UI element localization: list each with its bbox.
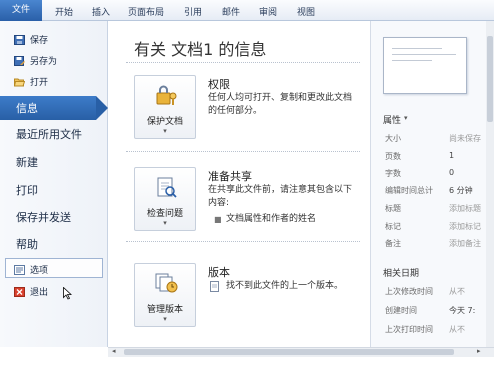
version-doc-icon [210,281,219,295]
check-issues-label: 检查问题 [146,209,183,219]
horizontal-scroll-thumb[interactable] [124,349,454,355]
prop-tags-key: 标记 [385,222,401,231]
title-divider [126,62,360,63]
prop-size-value: 尚未保存 [449,134,481,143]
tab-insert[interactable]: 插入 [92,5,110,18]
tab-file[interactable]: 文件 [0,0,42,21]
save-as-icon [14,55,25,66]
properties-heading[interactable]: 属性 [383,113,401,126]
document-thumbnail [383,37,467,94]
related-dates-heading: 相关日期 [383,269,420,279]
section-divider [126,241,360,242]
nav-tab-new[interactable]: 新建 [16,154,38,170]
lock-key-icon [154,84,178,106]
prop-comments-value[interactable]: 添加备注 [449,238,481,249]
prop-words-value: 0 [449,168,455,177]
vertical-scroll-thumb[interactable] [487,36,493,122]
prepare-sharing-desc: 在共享此文件前，请注意其包含以下内容: [208,185,353,208]
protect-document-label: 保护文档 [146,117,183,127]
date-printed-value: 从不 [449,325,465,334]
versions-desc: 找不到此文件的上一个版本。 [226,281,344,291]
nav-tab-help[interactable]: 帮助 [16,236,38,252]
prop-edit-time-value: 6 分钟 [449,186,473,195]
nav-tab-recent[interactable]: 最近所用文件 [16,126,82,142]
prop-title-key: 标题 [385,204,401,213]
exit-icon [14,286,25,297]
nav-tab-info[interactable] [0,96,96,120]
nav-tab-print[interactable]: 打印 [16,182,38,198]
exit-command[interactable]: 退出 [14,285,48,298]
date-created-key: 创建时间 [385,306,417,315]
check-issues-button[interactable]: 检查问题 ▾ [134,167,196,231]
scroll-left-arrow-icon[interactable]: ◂ [112,347,116,355]
versions-heading: 版本 [208,266,230,279]
nav-tab-info-label: 信息 [16,102,38,115]
bullet-icon: ■ [214,215,222,224]
section-divider [126,151,360,152]
open-folder-icon [13,77,26,87]
open-label: 打开 [30,78,49,88]
tab-home[interactable]: 开始 [55,5,73,18]
document-check-icon [154,176,178,198]
permissions-heading: 权限 [208,78,230,91]
prop-pages-value: 1 [449,151,455,160]
exit-label: 退出 [30,288,49,298]
prop-edit-time-key: 编辑时间总计 [385,186,433,195]
date-created-value: 今天 7: [449,306,476,315]
options-label: 选项 [30,266,49,276]
prop-tags-value[interactable]: 添加标记 [449,221,481,232]
open-command[interactable]: 打开 [13,75,49,88]
ribbon-tab-bar: 文件 开始 插入 页面布局 引用 邮件 审阅 视图 [0,0,494,21]
nav-active-arrow [96,96,108,120]
save-command[interactable]: 保存 [14,33,48,46]
scroll-right-arrow-icon[interactable]: ▸ [477,347,481,355]
tab-page-layout[interactable]: 页面布局 [128,5,164,18]
backstage-window: { "ribbon": { "file_tab": "文件", "tabs": … [0,0,494,369]
prop-words-key: 字数 [385,169,401,178]
manage-versions-button[interactable]: 管理版本 ▾ [134,263,196,327]
prepare-sharing-heading: 准备共享 [208,170,252,183]
manage-versions-label: 管理版本 [146,305,183,315]
prop-title-value[interactable]: 添加标题 [449,203,481,214]
versions-icon [154,272,178,294]
tab-review[interactable]: 审阅 [259,5,277,18]
save-label: 保存 [30,36,49,46]
page-title: 有关 文档1 的信息 [134,40,267,59]
permissions-desc: 任何人均可打开、复制和更改此文档的任何部分。 [208,93,353,116]
save-as-label: 另存为 [30,57,58,67]
prop-comments-key: 备注 [385,239,401,248]
date-modified-value: 从不 [449,287,465,296]
chevron-down-icon: ▾ [404,114,408,122]
tab-mailings[interactable]: 邮件 [222,5,240,18]
save-icon [14,34,25,45]
chevron-down-icon: ▾ [163,127,167,135]
chevron-down-icon: ▾ [163,315,167,323]
save-as-command[interactable]: 另存为 [14,54,57,67]
chevron-down-icon: ▾ [163,219,167,227]
tab-view[interactable]: 视图 [297,5,315,18]
prepare-sharing-bullet: 文档属性和作者的姓名 [226,214,317,224]
options-icon [14,264,25,275]
prop-size-key: 大小 [385,134,401,143]
protect-document-button[interactable]: 保护文档 ▾ [134,75,196,139]
options-command[interactable]: 选项 [14,263,48,276]
prop-pages-key: 页数 [385,152,401,161]
mouse-cursor-icon [63,286,73,303]
date-printed-key: 上次打印时间 [385,325,433,334]
date-modified-key: 上次修改时间 [385,287,433,296]
tab-references[interactable]: 引用 [184,5,202,18]
nav-tab-save-send[interactable]: 保存并发送 [16,209,71,225]
